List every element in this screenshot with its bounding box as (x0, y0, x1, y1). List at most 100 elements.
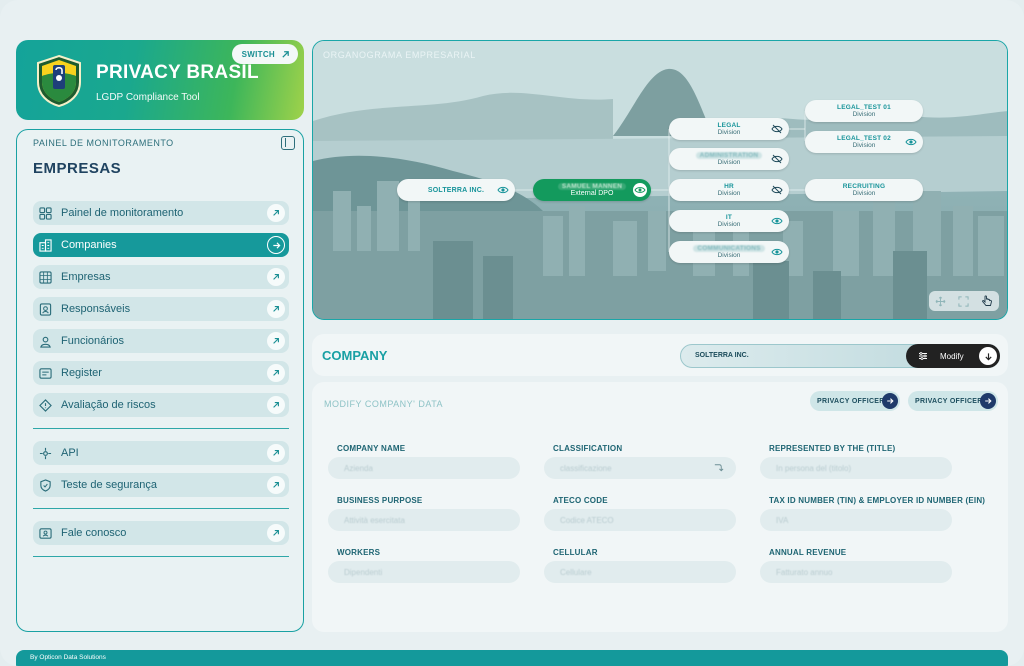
company-name-input[interactable]: Azienda (328, 457, 520, 479)
sidebar-item-funcionarios[interactable]: Funcionários (33, 329, 289, 353)
privacy-officer-label: PRIVACY OFFICER (817, 397, 885, 405)
business-purpose-input[interactable]: Attività esercitata (328, 509, 520, 531)
eye-off-icon[interactable] (771, 123, 783, 135)
fullscreen-icon[interactable] (958, 295, 969, 307)
privacy-officer-button-2[interactable]: PRIVACY OFFICER (908, 391, 998, 411)
eye-off-icon[interactable] (771, 153, 783, 165)
org-node-division[interactable]: ADMINISTRATION Division (669, 148, 789, 170)
sidebar-item-painel[interactable]: Painel de monitoramento (33, 201, 289, 225)
org-node-type: Division (852, 111, 876, 118)
ateco-code-input[interactable]: Codice ATECO (544, 509, 736, 531)
sidebar-item-label: Register (61, 367, 102, 379)
field-label-business-purpose: BUSINESS PURPOSE (337, 496, 423, 505)
org-node-division[interactable]: IT Division (669, 210, 789, 232)
org-node-name: SAMUEL MANNEN (557, 183, 627, 190)
risk-diamond-icon (37, 397, 53, 413)
collapse-sidebar-icon[interactable] (281, 136, 295, 150)
arrow-right-icon (882, 393, 898, 409)
eye-icon[interactable] (771, 246, 783, 258)
org-node-root[interactable]: SOLTERRA INC. (397, 179, 515, 201)
modify-button[interactable]: Modify (906, 344, 1000, 368)
dashboard-icon (37, 205, 53, 221)
workers-input[interactable]: Dipendenti (328, 561, 520, 583)
sidebar-item-avaliacao[interactable]: Avaliação de riscos (33, 393, 289, 417)
field-label-annual-revenue: ANNUAL REVENUE (769, 548, 847, 557)
arrow-up-right-icon (267, 332, 285, 350)
classification-select[interactable]: classificazione (544, 457, 736, 479)
sidebar-item-responsaveis[interactable]: Responsáveis (33, 297, 289, 321)
org-node-type: Division (852, 190, 876, 197)
footer-credit: By Opticon Data Solutions (30, 654, 106, 661)
brand-title: PRIVACY BRASIL (96, 62, 259, 83)
grid-icon (37, 269, 53, 285)
sidebar-item-label: Empresas (61, 271, 111, 283)
org-node-subdivision[interactable]: RECRUITING Division (805, 179, 923, 201)
sidebar-item-companies[interactable]: Companies (33, 233, 289, 257)
org-chart-toolbar (929, 291, 999, 311)
field-placeholder: Dipendenti (344, 567, 383, 577)
arrow-up-right-icon (267, 444, 285, 462)
cellular-input[interactable]: Cellulare (544, 561, 736, 583)
arrow-right-icon (980, 393, 996, 409)
sidebar-item-label: Companies (61, 239, 117, 251)
field-label-tax-id: TAX ID NUMBER (TIN) & EMPLOYER ID NUMBER… (769, 496, 986, 505)
api-icon (37, 445, 53, 461)
company-selector[interactable]: SOLTERRA INC. Modify (680, 344, 1000, 368)
org-node-division[interactable]: COMMUNICATIONS Division (669, 241, 789, 263)
sidebar-section-title: EMPRESAS (33, 160, 122, 177)
annual-revenue-input[interactable]: Fatturato annuo (760, 561, 952, 583)
org-node-division[interactable]: LEGAL Division (669, 118, 789, 140)
represented-by-input[interactable]: In persona del (titolo) (760, 457, 952, 479)
modify-button-label: Modify (940, 351, 964, 361)
privacy-officer-label: PRIVACY OFFICER (915, 397, 983, 405)
brand-shield-logo-icon (37, 54, 81, 108)
move-icon[interactable] (935, 296, 946, 307)
field-label-workers: WORKERS (337, 548, 381, 557)
arrow-up-right-icon (267, 364, 285, 382)
org-node-subdivision[interactable]: LEGAL_TEST 01 Division (805, 100, 923, 122)
sidebar-item-label: API (61, 447, 79, 459)
pointer-hand-icon[interactable] (981, 295, 993, 307)
switch-button[interactable]: SWITCH (231, 44, 298, 64)
field-placeholder: Codice ATECO (560, 515, 614, 525)
org-node-subdivision[interactable]: LEGAL_TEST 02 Division (805, 131, 923, 153)
security-shield-icon (37, 477, 53, 493)
arrow-up-right-icon (267, 300, 285, 318)
contact-icon (37, 525, 53, 541)
org-chart-title: ORGANOGRAMA EMPRESARIAL (323, 50, 476, 60)
arrow-down-icon (979, 347, 997, 365)
eye-icon[interactable] (633, 183, 647, 197)
sidebar-item-label: Responsáveis (61, 303, 131, 315)
sidebar-item-empresas[interactable]: Empresas (33, 265, 289, 289)
org-chart-panel: ORGANOGRAMA EMPRESARIAL SOLTERRA INC. SA… (312, 40, 1008, 320)
org-node-name: COMMUNICATIONS (693, 245, 765, 252)
sidebar-item-api[interactable]: API (33, 441, 289, 465)
sidebar-item-fale-conosco[interactable]: Fale conosco (33, 521, 289, 545)
selected-company: SOLTERRA INC. (695, 352, 749, 359)
tax-id-input[interactable]: IVA (760, 509, 952, 531)
org-node-division[interactable]: HR Division (669, 179, 789, 201)
company-bar-title: COMPANY (322, 348, 388, 363)
eye-icon[interactable] (771, 215, 783, 227)
arrow-up-right-icon (267, 396, 285, 414)
sidebar-item-teste-seguranca[interactable]: Teste de segurança (33, 473, 289, 497)
arrow-up-right-icon (282, 50, 289, 58)
person-badge-icon (37, 301, 53, 317)
arrow-up-right-icon (267, 204, 285, 222)
eye-icon[interactable] (905, 136, 917, 148)
arrow-right-icon (267, 236, 285, 254)
sliders-icon (919, 352, 927, 360)
eye-off-icon[interactable] (771, 184, 783, 196)
org-node-name: LEGAL_TEST 01 (837, 104, 891, 111)
field-label-company-name: COMPANY NAME (337, 444, 406, 453)
eye-icon[interactable] (497, 184, 509, 196)
org-node-dpo[interactable]: SAMUEL MANNEN External DPO (533, 179, 651, 201)
sidebar-item-label: Avaliação de riscos (61, 399, 156, 411)
field-placeholder: Attività esercitata (344, 515, 405, 525)
field-label-ateco-code: ATECO CODE (553, 496, 608, 505)
company-bar: COMPANY SOLTERRA INC. Modify (312, 334, 1008, 376)
privacy-officer-button-1[interactable]: PRIVACY OFFICER (810, 391, 900, 411)
sidebar-item-register[interactable]: Register (33, 361, 289, 385)
sidebar-divider (33, 428, 289, 429)
field-placeholder: Azienda (344, 463, 373, 473)
